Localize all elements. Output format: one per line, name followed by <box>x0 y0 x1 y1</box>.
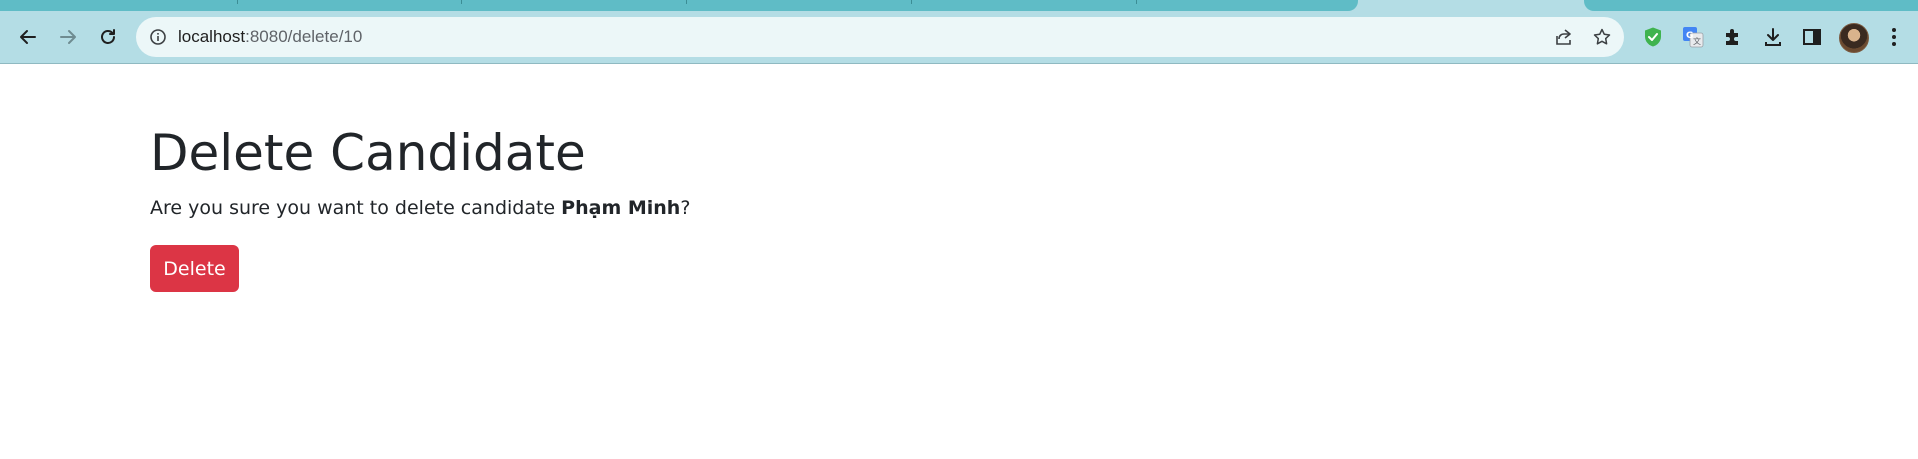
address-bar[interactable]: localhost:8080/delete/10 <box>136 17 1624 57</box>
tab-separator <box>1136 0 1137 4</box>
reload-icon <box>101 29 115 44</box>
inactive-tabs[interactable] <box>0 0 1358 11</box>
arrow-right-icon <box>60 30 76 44</box>
confirm-prefix: Are you sure you want to delete candidat… <box>150 197 562 219</box>
svg-text:文: 文 <box>1693 36 1701 46</box>
shield-extension-icon[interactable] <box>1641 25 1665 49</box>
url-path: :8080/delete/10 <box>245 27 363 46</box>
confirm-suffix: ? <box>680 197 691 219</box>
bookmark-star-icon[interactable] <box>1592 27 1612 47</box>
candidate-name: Phạm Minh <box>561 197 681 219</box>
inactive-tab-right[interactable] <box>1584 0 1918 11</box>
arrow-left-icon <box>20 30 36 44</box>
confirm-message: Are you sure you want to delete candidat… <box>150 197 690 219</box>
translate-extension-icon[interactable]: G 文 <box>1681 25 1705 49</box>
puzzle-extensions-icon[interactable] <box>1721 25 1745 49</box>
forward-button[interactable] <box>54 23 82 51</box>
url-text[interactable]: localhost:8080/delete/10 <box>178 17 362 57</box>
tab-separator <box>686 0 687 4</box>
delete-button[interactable]: Delete <box>150 245 239 292</box>
site-info-icon[interactable] <box>149 28 167 46</box>
download-icon[interactable] <box>1761 25 1785 49</box>
browser-toolbar: localhost:8080/delete/10 G 文 <box>0 11 1918 64</box>
profile-avatar[interactable] <box>1839 23 1869 53</box>
url-host: localhost <box>178 27 246 46</box>
share-icon[interactable] <box>1554 27 1574 47</box>
tab-separator <box>461 0 462 4</box>
tab-strip <box>0 0 1918 11</box>
tab-separator <box>237 0 238 4</box>
side-panel-icon[interactable] <box>1800 25 1824 49</box>
reload-button[interactable] <box>94 23 122 51</box>
menu-kebab-icon[interactable] <box>1882 25 1906 49</box>
back-button[interactable] <box>14 23 42 51</box>
tab-separator <box>911 0 912 4</box>
page-title: Delete Candidate <box>150 124 586 182</box>
